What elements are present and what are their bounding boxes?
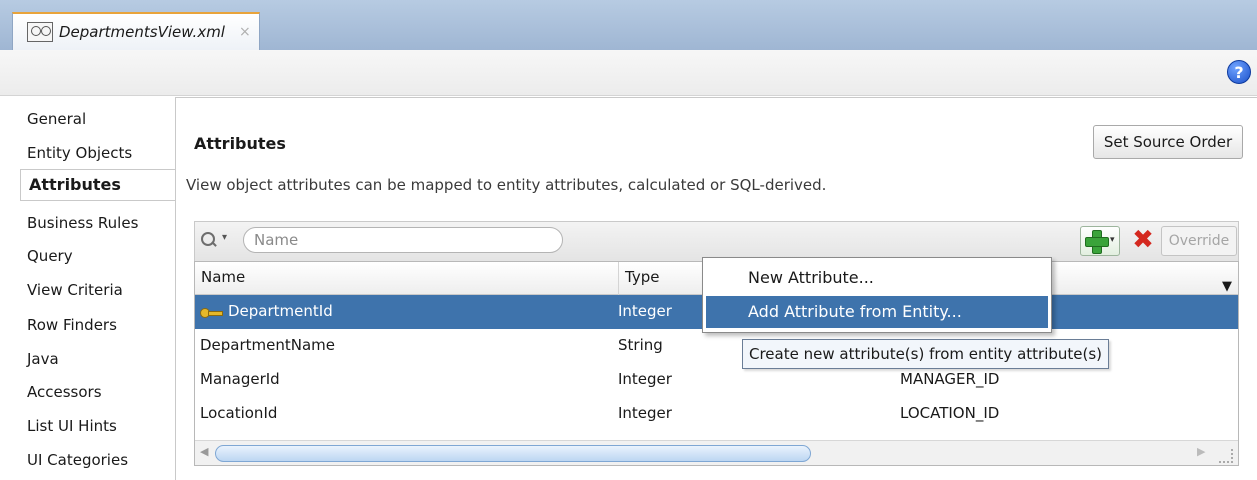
search-icon[interactable] <box>200 231 218 249</box>
editor-tab[interactable]: DepartmentsView.xml × <box>12 12 260 50</box>
cell-name: DepartmentName <box>200 336 336 354</box>
nav-item-business-rules[interactable]: Business Rules <box>27 214 138 232</box>
nav-item-view-criteria[interactable]: View Criteria <box>27 281 123 299</box>
column-header-name[interactable]: Name <box>195 262 619 295</box>
editor-side-nav: General Entity Objects Attributes Busine… <box>0 97 175 480</box>
cell-type: String <box>618 336 663 354</box>
red-x-icon[interactable]: ✖ <box>1130 227 1156 253</box>
nav-item-list-ui-hints[interactable]: List UI Hints <box>27 417 117 435</box>
search-options-chevron-icon[interactable]: ▾ <box>222 232 227 243</box>
table-row[interactable]: LocationId Integer LOCATION_ID <box>195 397 1238 431</box>
cell-type: Integer <box>618 302 672 320</box>
nav-item-attributes[interactable]: Attributes <box>20 169 175 201</box>
override-button[interactable]: Override <box>1161 226 1237 256</box>
attributes-description: View object attributes can be mapped to … <box>186 176 827 194</box>
editor-tab-title: DepartmentsView.xml <box>59 23 225 41</box>
set-source-order-button[interactable]: Set Source Order <box>1093 125 1243 159</box>
cell-column: LOCATION_ID <box>900 404 1000 422</box>
menu-item-new-attribute[interactable]: New Attribute... <box>706 262 1048 294</box>
nav-item-general[interactable]: General <box>27 110 86 128</box>
cell-name: ManagerId <box>200 370 280 388</box>
nav-item-java[interactable]: Java <box>27 350 59 368</box>
add-attribute-button[interactable]: ▾ <box>1080 226 1120 256</box>
nav-item-entity-objects[interactable]: Entity Objects <box>27 144 132 162</box>
nav-item-accessors[interactable]: Accessors <box>27 383 102 401</box>
cell-type: Integer <box>618 404 672 422</box>
cell-name: DepartmentId <box>195 295 333 329</box>
add-dropdown-chevron-icon[interactable]: ▾ <box>1110 235 1115 245</box>
resize-grip-icon[interactable] <box>1219 449 1233 463</box>
help-icon[interactable]: ? <box>1227 60 1251 84</box>
attribute-name: DepartmentId <box>228 302 333 320</box>
nav-item-row-finders[interactable]: Row Finders <box>27 316 117 334</box>
attributes-title: Attributes <box>194 134 286 153</box>
scroll-left-icon[interactable]: ◀ <box>200 445 208 458</box>
menu-item-add-attribute-from-entity[interactable]: Add Attribute from Entity... <box>706 296 1048 328</box>
cell-type: Integer <box>618 370 672 388</box>
nav-item-ui-categories[interactable]: UI Categories <box>27 451 128 469</box>
cell-name: LocationId <box>200 404 278 422</box>
editor-toolbar: ? <box>0 50 1257 96</box>
nav-item-query[interactable]: Query <box>27 247 73 265</box>
key-icon <box>200 307 223 318</box>
green-plus-icon <box>1085 230 1109 254</box>
scroll-right-icon[interactable]: ▶ <box>1197 445 1205 458</box>
horizontal-scrollbar[interactable]: ◀ ▶ <box>195 440 1238 465</box>
close-tab-icon[interactable]: × <box>239 24 251 40</box>
editor-tab-bar: DepartmentsView.xml × <box>0 0 1257 50</box>
add-attribute-menu: New Attribute... Add Attribute from Enti… <box>702 257 1052 333</box>
view-object-icon <box>27 22 53 42</box>
menu-item-tooltip: Create new attribute(s) from entity attr… <box>742 339 1110 369</box>
attribute-search-input[interactable] <box>243 227 563 253</box>
scrollbar-thumb[interactable] <box>215 445 811 462</box>
attributes-table-toolbar: ▾ ▾ ✖ Override <box>194 221 1239 261</box>
